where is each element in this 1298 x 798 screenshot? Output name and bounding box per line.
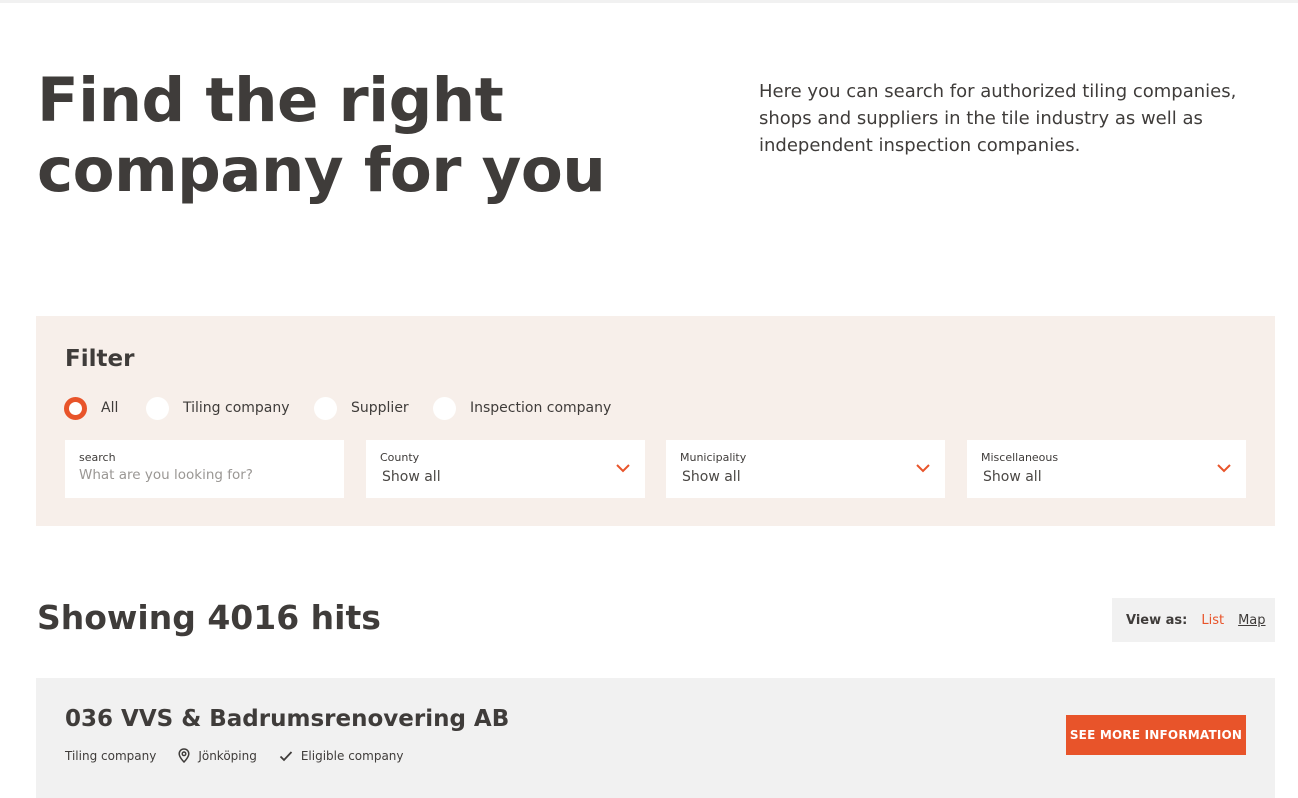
page-title: Find the right company for you <box>37 65 606 206</box>
view-as-label: View as: <box>1126 612 1188 628</box>
result-card: 036 VVS & Badrumsrenovering AB Tiling co… <box>36 678 1275 798</box>
check-icon <box>279 750 293 761</box>
company-type-label: Tiling company <box>65 748 157 763</box>
radio-button[interactable] <box>433 396 456 420</box>
radio-button[interactable] <box>146 396 169 420</box>
radio-button-checked[interactable] <box>64 396 87 420</box>
county-label: County <box>380 451 420 464</box>
map-pin-icon <box>178 748 190 763</box>
county-select[interactable]: County Show all <box>366 440 645 498</box>
view-as-toggle: View as: List Map <box>1112 598 1275 642</box>
view-map-link[interactable]: Map <box>1238 613 1265 628</box>
radio-button[interactable] <box>314 396 337 420</box>
radio-tiling-company[interactable]: Tiling company <box>146 396 290 420</box>
municipality-value: Show all <box>682 469 741 485</box>
hits-count: Showing 4016 hits <box>37 598 381 637</box>
chevron-down-icon <box>1217 464 1231 473</box>
filter-title: Filter <box>65 346 135 372</box>
company-name[interactable]: 036 VVS & Badrumsrenovering AB <box>65 706 509 732</box>
radio-label: Tiling company <box>183 400 290 416</box>
chevron-down-icon <box>916 464 930 473</box>
company-eligibility-label: Eligible company <box>300 748 404 763</box>
radio-label: Supplier <box>351 400 409 416</box>
miscellaneous-value: Show all <box>983 469 1042 485</box>
miscellaneous-select[interactable]: Miscellaneous Show all <box>967 440 1246 498</box>
company-type: Tiling company <box>65 749 156 763</box>
company-meta: Tiling company Jönköping Eligible compan… <box>65 748 426 763</box>
top-divider <box>0 0 1298 3</box>
search-input[interactable] <box>79 467 329 483</box>
radio-label: Inspection company <box>470 400 612 416</box>
view-list-link[interactable]: List <box>1201 613 1224 628</box>
radio-supplier[interactable]: Supplier <box>314 396 409 420</box>
filter-panel: Filter All Tiling company Supplier Inspe… <box>36 316 1275 526</box>
company-eligibility: Eligible company <box>279 749 404 763</box>
search-field[interactable]: search <box>65 440 344 498</box>
chevron-down-icon <box>616 464 630 473</box>
municipality-select[interactable]: Municipality Show all <box>666 440 945 498</box>
miscellaneous-label: Miscellaneous <box>981 451 1059 464</box>
company-location: Jönköping <box>178 748 257 763</box>
see-more-information-button[interactable]: SEE MORE INFORMATION <box>1066 715 1246 755</box>
radio-inspection-company[interactable]: Inspection company <box>433 396 611 420</box>
company-location-label: Jönköping <box>198 748 257 763</box>
company-type-radio-group: All Tiling company Supplier Inspection c… <box>64 396 764 420</box>
page-intro: Here you can search for authorized tilin… <box>759 81 1237 156</box>
municipality-label: Municipality <box>680 451 747 464</box>
search-label: search <box>79 451 116 464</box>
county-value: Show all <box>382 469 441 485</box>
radio-all[interactable]: All <box>64 396 118 420</box>
radio-label: All <box>101 400 119 416</box>
